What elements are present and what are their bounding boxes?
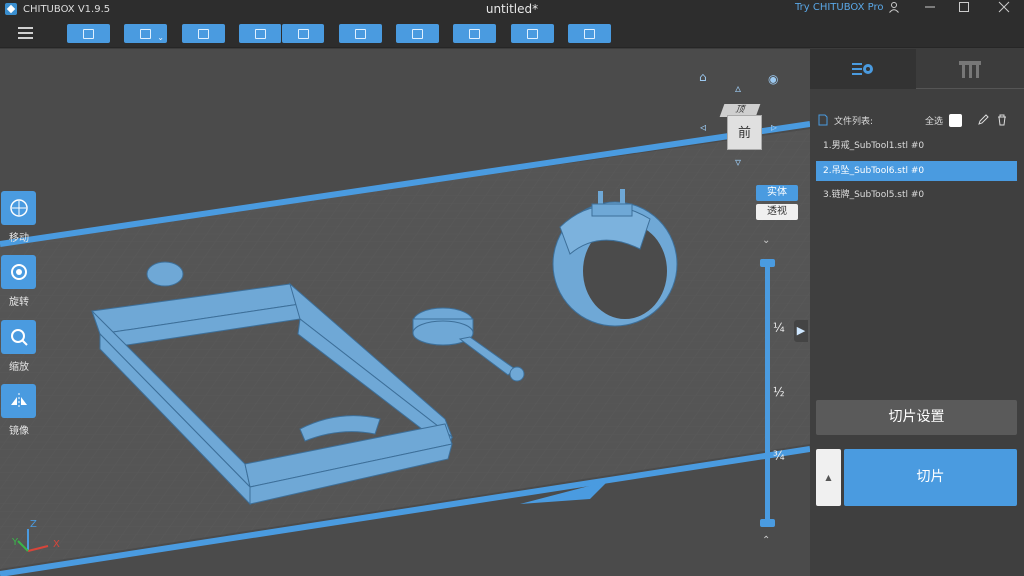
list-gear-icon	[852, 62, 873, 75]
edit-icon[interactable]	[977, 114, 989, 126]
open-file-button[interactable]	[67, 24, 110, 43]
hollow-button[interactable]	[511, 24, 554, 43]
scale-label: 缩放	[9, 362, 29, 373]
trash-icon[interactable]	[996, 114, 1008, 126]
save-button[interactable]: ⌄	[124, 24, 167, 43]
tab-supports[interactable]	[916, 49, 1024, 89]
move-label: 移动	[9, 233, 29, 244]
save-icon	[140, 28, 151, 39]
3d-viewport[interactable]: 移动 旋转 缩放 镜像 Z X Y ⌂ ▵ ◉ ◃ ▹ ▿ 顶 前 实体 透视 …	[0, 49, 810, 576]
file-list-item[interactable]: 3.链牌_SubTool5.stl #0	[816, 185, 1017, 205]
select-icon	[198, 28, 209, 39]
rotate-label: 旋转	[9, 297, 29, 308]
app-name: CHITUBOX V1.9.5	[23, 3, 111, 15]
solid-mode-button[interactable]: 实体	[756, 185, 798, 201]
layer-slider-top-knob[interactable]	[760, 259, 775, 267]
file-list-item-selected[interactable]: 2.吊坠_SubTool6.stl #0	[816, 161, 1017, 181]
close-icon[interactable]	[996, 1, 1012, 17]
rotate-tool[interactable]: 旋转	[1, 255, 37, 308]
drain-hole-button[interactable]	[568, 24, 611, 43]
mirror-tool[interactable]: 镜像	[1, 384, 37, 437]
slice-options-chevron-up-icon[interactable]: ▲	[816, 449, 841, 506]
arrange-icon	[412, 28, 423, 39]
select-all-checkbox[interactable]	[949, 113, 963, 127]
slider-tick-quarter: ¼	[773, 321, 785, 335]
hollow-icon	[527, 28, 538, 39]
axis-z-label: Z	[30, 519, 37, 530]
table-icon	[959, 60, 981, 78]
folder-icon	[83, 28, 94, 39]
rotate-icon[interactable]	[1, 255, 36, 289]
rotate-left-arrow-icon[interactable]: ◃	[700, 121, 706, 133]
move-tool[interactable]: 移动	[1, 191, 37, 244]
mirror-icon[interactable]	[1, 384, 36, 418]
xray-mode-button[interactable]: 透视	[756, 204, 798, 220]
redo-icon	[297, 28, 309, 39]
slider-tick-three-quarter: ¾	[773, 449, 785, 463]
rotate-up-arrow-icon[interactable]: ▵	[735, 82, 741, 94]
undo-button[interactable]	[239, 24, 282, 43]
scale-tool[interactable]: 缩放	[1, 320, 37, 373]
file-list-item[interactable]: 1.男戒_SubTool1.stl #0	[816, 136, 1017, 156]
tab-file-settings[interactable]	[810, 49, 916, 89]
drain-hole-icon	[584, 28, 595, 39]
slice-button[interactable]: 切片	[844, 449, 1017, 506]
select-all-button[interactable]	[182, 24, 225, 43]
axis-y-label: Y	[12, 537, 19, 548]
slider-tick-half: ½	[773, 385, 785, 399]
layer-slider-bottom-knob[interactable]	[760, 519, 775, 527]
layer-slider-track[interactable]	[765, 263, 770, 525]
copy-icon	[355, 28, 366, 39]
arrange-button[interactable]	[396, 24, 439, 43]
undo-icon	[254, 28, 266, 39]
hamburger-icon[interactable]	[18, 27, 33, 39]
rotate-right-arrow-icon[interactable]: ▹	[771, 121, 777, 133]
rotate-down-arrow-icon[interactable]: ▿	[735, 156, 741, 168]
copy-button[interactable]	[339, 24, 382, 43]
file-list-label: 文件列表:	[834, 116, 874, 127]
redo-button[interactable]	[282, 24, 324, 43]
move-icon[interactable]	[1, 191, 36, 225]
axis-x-label: X	[53, 539, 60, 550]
try-pro-link[interactable]: Try CHITUBOX Pro	[795, 2, 884, 13]
select-all-label: 全选	[925, 116, 944, 127]
document-title: untitled*	[485, 2, 539, 16]
chevron-down-icon[interactable]: ⌄	[157, 34, 164, 42]
slider-collapse-chevron-icon[interactable]: ⌄	[762, 235, 770, 246]
support-button[interactable]	[453, 24, 496, 43]
slice-settings-button[interactable]: 切片设置	[816, 400, 1017, 435]
right-panel: 文件列表: 全选 1.男戒_SubTool1.stl #0 2.吊坠_SubTo…	[810, 49, 1024, 576]
scale-icon[interactable]	[1, 320, 36, 354]
minimize-icon[interactable]	[922, 1, 938, 17]
home-view-icon[interactable]: ⌂	[699, 71, 707, 83]
mirror-label: 镜像	[9, 426, 29, 437]
user-icon[interactable]	[886, 1, 902, 17]
maximize-icon[interactable]	[956, 1, 972, 17]
chitubox-window: CHITUBOX V1.9.5 untitled* Try CHITUBOX P…	[0, 0, 1024, 576]
build-plate-scene	[0, 121, 810, 576]
panel-collapse-arrow-icon[interactable]: ▶	[794, 320, 808, 342]
eye-icon[interactable]: ◉	[768, 73, 778, 85]
chitubox-logo-icon	[5, 3, 17, 15]
main-toolbar: ⌄	[0, 18, 1024, 48]
file-icon	[818, 114, 828, 126]
title-bar: CHITUBOX V1.9.5 untitled* Try CHITUBOX P…	[0, 0, 1024, 18]
support-icon	[469, 28, 480, 39]
view-cube-front[interactable]: 前	[727, 115, 762, 150]
slider-expand-chevron-icon[interactable]: ⌃	[762, 535, 770, 546]
file-list-header: 文件列表: 全选	[818, 112, 1018, 128]
